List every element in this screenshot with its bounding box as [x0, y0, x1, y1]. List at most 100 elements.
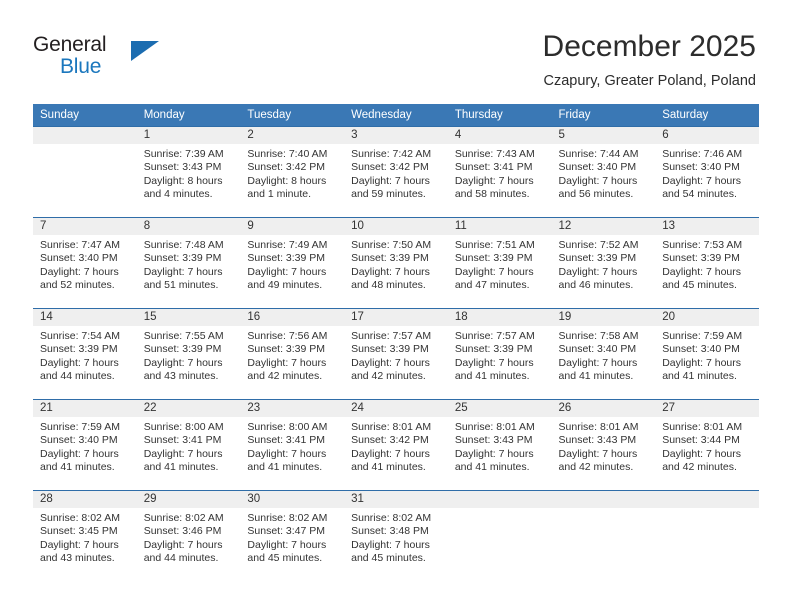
daylight-text-line1: Daylight: 7 hours [558, 174, 638, 187]
day-number: 4 [447, 127, 552, 144]
calendar-day-cell[interactable] [655, 490, 759, 581]
day-cell-inner: 25 Sunrise: 8:01 AM Sunset: 3:43 PM Dayligh… [447, 400, 552, 490]
calendar-day-cell[interactable]: 14 Sunrise: 7:54 AM Sunset: 3:39 PM Dayligh… [33, 308, 137, 400]
day-cell-inner: 10 Sunrise: 7:50 AM Sunset: 3:39 PM Dayligh… [344, 218, 448, 308]
calendar-day-cell[interactable]: 11 Sunrise: 7:51 AM Sunset: 3:39 PM Dayligh… [447, 217, 552, 309]
calendar-day-cell[interactable]: 21 Sunrise: 7:59 AM Sunset: 3:40 PM Dayligh… [33, 399, 137, 491]
sunset-text: Sunset: 3:39 PM [351, 343, 429, 356]
calendar-day-cell[interactable]: 24 Sunrise: 8:01 AM Sunset: 3:42 PM Dayligh… [344, 399, 448, 491]
logo-text-blue: Blue [60, 55, 102, 78]
calendar-day-cell[interactable]: 4 Sunrise: 7:43 AM Sunset: 3:41 PM Daylight… [447, 126, 552, 218]
calendar-day-cell[interactable]: 30 Sunrise: 8:02 AM Sunset: 3:47 PM Dayligh… [240, 490, 345, 581]
calendar-day-cell[interactable]: 13 Sunrise: 7:53 AM Sunset: 3:39 PM Dayligh… [655, 217, 759, 309]
day-details: Sunrise: 7:57 AM Sunset: 3:39 PM Daylight:… [448, 326, 552, 384]
calendar-day-cell[interactable]: 28 Sunrise: 8:02 AM Sunset: 3:45 PM Dayligh… [33, 490, 137, 581]
day-number: 11 [447, 218, 552, 235]
calendar-day-cell[interactable]: 3 Sunrise: 7:42 AM Sunset: 3:42 PM Daylight… [344, 126, 448, 218]
calendar-day-cell[interactable]: 26 Sunrise: 8:01 AM Sunset: 3:43 PM Dayligh… [551, 399, 656, 491]
calendar-day-cell[interactable]: 29 Sunrise: 8:02 AM Sunset: 3:46 PM Dayligh… [136, 490, 241, 581]
calendar-day-cell[interactable]: 12 Sunrise: 7:52 AM Sunset: 3:39 PM Dayligh… [551, 217, 656, 309]
daylight-text-line2: and 51 minutes. [143, 279, 219, 292]
calendar-day-cell[interactable]: 31 Sunrise: 8:02 AM Sunset: 3:48 PM Dayligh… [344, 490, 448, 581]
daylight-text-line2: and 41 minutes. [351, 461, 426, 474]
daylight-text-line1: Daylight: 7 hours [662, 447, 742, 460]
calendar-day-cell[interactable]: 27 Sunrise: 8:01 AM Sunset: 3:44 PM Dayligh… [655, 399, 759, 491]
daylight-text-line1: Daylight: 7 hours [454, 356, 534, 369]
sunset-text: Sunset: 3:39 PM [558, 252, 637, 265]
day-details: Sunrise: 8:02 AM Sunset: 3:48 PM Daylight:… [344, 508, 448, 566]
calendar-week-row: 7 Sunrise: 7:47 AM Sunset: 3:40 PM Daylight… [33, 217, 759, 309]
daylight-text-line2: and 43 minutes. [40, 552, 115, 565]
daylight-text-line1: Daylight: 7 hours [351, 174, 430, 187]
day-details: Sunrise: 7:53 AM Sunset: 3:39 PM Daylight:… [655, 235, 759, 293]
day-number [447, 491, 552, 508]
day-details: Sunrise: 7:48 AM Sunset: 3:39 PM Daylight:… [137, 235, 241, 293]
daylight-text-line2: and 45 minutes. [247, 552, 323, 565]
calendar-day-cell[interactable]: 1 Sunrise: 7:39 AM Sunset: 3:43 PM Daylight… [136, 126, 241, 218]
day-number: 30 [240, 491, 345, 508]
day-number [655, 491, 759, 508]
sunset-text: Sunset: 3:39 PM [351, 252, 429, 265]
calendar-day-cell[interactable]: 22 Sunrise: 8:00 AM Sunset: 3:41 PM Dayligh… [136, 399, 241, 491]
day-number: 9 [240, 218, 345, 235]
calendar-day-cell[interactable] [551, 490, 656, 581]
calendar-day-cell[interactable]: 7 Sunrise: 7:47 AM Sunset: 3:40 PM Daylight… [33, 217, 137, 309]
day-cell-inner: 17 Sunrise: 7:57 AM Sunset: 3:39 PM Dayligh… [344, 309, 448, 399]
daylight-text-line1: Daylight: 7 hours [143, 356, 223, 369]
calendar-day-cell[interactable]: 16 Sunrise: 7:56 AM Sunset: 3:39 PM Dayligh… [240, 308, 345, 400]
calendar-day-cell[interactable]: 19 Sunrise: 7:58 AM Sunset: 3:40 PM Dayligh… [551, 308, 656, 400]
daylight-text-line1: Daylight: 7 hours [247, 265, 327, 278]
day-number: 1 [136, 127, 241, 144]
sunrise-text: Sunrise: 7:50 AM [351, 239, 432, 251]
calendar-day-cell[interactable]: 25 Sunrise: 8:01 AM Sunset: 3:43 PM Dayligh… [447, 399, 552, 491]
calendar-week-row: 1 Sunrise: 7:39 AM Sunset: 3:43 PM Daylight… [33, 126, 759, 218]
sunrise-text: Sunrise: 7:40 AM [247, 148, 328, 160]
calendar-day-cell[interactable] [33, 126, 137, 218]
day-details: Sunrise: 8:02 AM Sunset: 3:45 PM Daylight:… [33, 508, 137, 566]
day-cell-inner: 14 Sunrise: 7:54 AM Sunset: 3:39 PM Dayligh… [33, 309, 137, 399]
sunset-text: Sunset: 3:46 PM [143, 525, 222, 538]
sunset-text: Sunset: 3:42 PM [247, 161, 326, 174]
calendar-day-cell[interactable]: 20 Sunrise: 7:59 AM Sunset: 3:40 PM Dayligh… [655, 308, 759, 400]
daylight-text-line2: and 4 minutes. [143, 188, 213, 201]
calendar-day-cell[interactable]: 9 Sunrise: 7:49 AM Sunset: 3:39 PM Daylight… [240, 217, 345, 309]
sunrise-text: Sunrise: 7:59 AM [662, 330, 743, 342]
calendar-day-cell[interactable]: 5 Sunrise: 7:44 AM Sunset: 3:40 PM Daylight… [551, 126, 656, 218]
daylight-text-line2: and 42 minutes. [558, 461, 634, 474]
daylight-text-line2: and 42 minutes. [351, 370, 426, 383]
day-details: Sunrise: 7:43 AM Sunset: 3:41 PM Daylight:… [448, 144, 552, 202]
daylight-text-line1: Daylight: 7 hours [247, 447, 327, 460]
day-cell-inner: 28 Sunrise: 8:02 AM Sunset: 3:45 PM Dayligh… [33, 491, 137, 581]
day-cell-inner: 5 Sunrise: 7:44 AM Sunset: 3:40 PM Daylight… [551, 127, 656, 217]
sunset-text: Sunset: 3:43 PM [558, 434, 637, 447]
sunrise-text: Sunrise: 7:55 AM [143, 330, 224, 342]
daylight-text-line1: Daylight: 7 hours [40, 356, 119, 369]
calendar-day-cell[interactable] [447, 490, 552, 581]
calendar-day-cell[interactable]: 15 Sunrise: 7:55 AM Sunset: 3:39 PM Dayligh… [136, 308, 241, 400]
sunset-text: Sunset: 3:45 PM [40, 525, 118, 538]
calendar-day-cell[interactable]: 2 Sunrise: 7:40 AM Sunset: 3:42 PM Daylight… [240, 126, 345, 218]
day-number: 29 [136, 491, 241, 508]
logo-triangle-icon [131, 41, 159, 61]
daylight-text-line2: and 41 minutes. [454, 370, 530, 383]
day-number: 3 [344, 127, 448, 144]
calendar-day-cell[interactable]: 17 Sunrise: 7:57 AM Sunset: 3:39 PM Dayligh… [344, 308, 448, 400]
calendar-day-cell[interactable]: 10 Sunrise: 7:50 AM Sunset: 3:39 PM Dayligh… [344, 217, 448, 309]
sunrise-text: Sunrise: 8:00 AM [143, 421, 224, 433]
day-number: 19 [551, 309, 656, 326]
daylight-text-line2: and 41 minutes. [558, 370, 634, 383]
day-cell-inner: 15 Sunrise: 7:55 AM Sunset: 3:39 PM Dayligh… [136, 309, 241, 399]
day-cell-inner: 19 Sunrise: 7:58 AM Sunset: 3:40 PM Dayligh… [551, 309, 656, 399]
calendar-day-cell[interactable]: 6 Sunrise: 7:46 AM Sunset: 3:40 PM Daylight… [655, 126, 759, 218]
day-cell-inner: 12 Sunrise: 7:52 AM Sunset: 3:39 PM Dayligh… [551, 218, 656, 308]
page-header: General Blue December 2025 Czapury, Grea… [0, 0, 792, 100]
calendar-day-cell[interactable]: 23 Sunrise: 8:00 AM Sunset: 3:41 PM Dayligh… [240, 399, 345, 491]
day-cell-inner: 6 Sunrise: 7:46 AM Sunset: 3:40 PM Daylight… [655, 127, 759, 217]
day-number: 20 [655, 309, 759, 326]
sunset-text: Sunset: 3:39 PM [143, 252, 222, 265]
sunrise-text: Sunrise: 8:02 AM [351, 512, 432, 524]
calendar-day-cell[interactable]: 18 Sunrise: 7:57 AM Sunset: 3:39 PM Dayligh… [447, 308, 552, 400]
day-number: 24 [344, 400, 448, 417]
sunset-text: Sunset: 3:40 PM [40, 252, 118, 265]
calendar-day-cell[interactable]: 8 Sunrise: 7:48 AM Sunset: 3:39 PM Daylight… [136, 217, 241, 309]
